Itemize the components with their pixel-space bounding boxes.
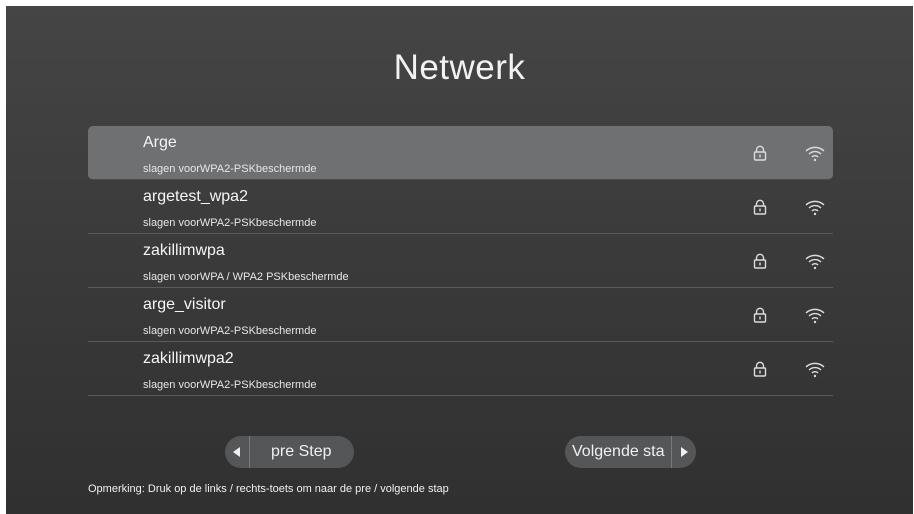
network-list: Arge slagen voorWPA2-PSKbeschermde arget… [88, 126, 833, 396]
page-title: Netwerk [393, 48, 526, 87]
network-setup-screen: Netwerk Arge slagen voorWPA2-PSKbescherm… [6, 6, 913, 514]
lock-icon [753, 307, 767, 323]
network-security: slagen voorWPA2-PSKbeschermde [143, 217, 317, 229]
lock-icon [753, 145, 767, 161]
network-security: slagen voorWPA2-PSKbeschermde [143, 379, 317, 391]
wifi-signal-icon [805, 308, 825, 324]
hint-text: Opmerking: Druk op de links / rechts-toe… [88, 483, 449, 495]
network-ssid: Arge [143, 134, 177, 151]
wifi-signal-icon [805, 254, 825, 270]
lock-icon [753, 361, 767, 377]
network-security: slagen voorWPA2-PSKbeschermde [143, 163, 317, 175]
lock-icon [753, 199, 767, 215]
network-ssid: zakillimwpa2 [143, 350, 234, 367]
next-step-label: Volgende sta [572, 443, 665, 460]
network-ssid: arge_visitor [143, 296, 226, 313]
network-row[interactable]: Arge slagen voorWPA2-PSKbeschermde [88, 126, 833, 180]
network-ssid: argetest_wpa2 [143, 188, 248, 205]
lock-icon [753, 253, 767, 269]
arrow-left-icon [225, 436, 250, 468]
network-security: slagen voorWPA / WPA2 PSKbeschermde [143, 271, 349, 283]
wifi-signal-icon [805, 200, 825, 216]
network-row[interactable]: argetest_wpa2 slagen voorWPA2-PSKbescher… [88, 180, 833, 234]
arrow-right-icon [671, 436, 696, 468]
wifi-signal-icon [805, 146, 825, 162]
previous-step-label: pre Step [271, 443, 332, 460]
network-row[interactable]: arge_visitor slagen voorWPA2-PSKbescherm… [88, 288, 833, 342]
network-security: slagen voorWPA2-PSKbeschermde [143, 325, 317, 337]
wifi-signal-icon [805, 362, 825, 378]
network-row[interactable]: zakillimwpa2 slagen voorWPA2-PSKbescherm… [88, 342, 833, 396]
previous-step-button[interactable]: pre Step [225, 436, 354, 468]
network-ssid: zakillimwpa [143, 242, 225, 259]
next-step-button[interactable]: Volgende sta [565, 436, 696, 468]
network-row[interactable]: zakillimwpa slagen voorWPA / WPA2 PSKbes… [88, 234, 833, 288]
